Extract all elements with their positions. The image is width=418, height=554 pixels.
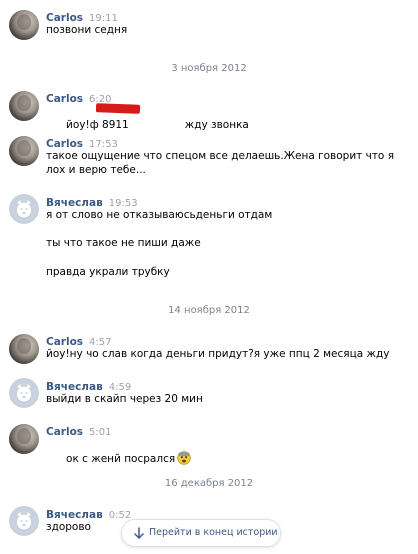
dog-avatar-icon — [17, 200, 31, 218]
avatar-carlos[interactable] — [9, 91, 39, 121]
avatar-carlos[interactable] — [9, 424, 39, 454]
avatar-vyacheslav[interactable] — [9, 378, 39, 408]
jump-to-end-label: Перейти в конец истории — [149, 527, 278, 538]
redaction-mark — [95, 103, 141, 114]
dog-avatar-icon — [17, 512, 31, 530]
arrow-down-icon — [134, 527, 144, 539]
date-separator: 14 ноября 2012 — [168, 305, 250, 316]
date-separator: 3 ноября 2012 — [171, 63, 247, 74]
message-text: правда украли трубку — [46, 266, 170, 278]
message-text: ты что такое не пиши даже — [46, 237, 201, 249]
message-text: ок с женй посрался — [46, 437, 406, 480]
date-separator: 16 декабря 2012 — [164, 478, 254, 489]
jump-to-end-button[interactable]: Перейти в конец истории — [121, 519, 281, 547]
chat-history: Carlos 19:11 позвони седня 3 ноября 2012 … — [0, 0, 418, 554]
message-text: выйди в скайп через 20 мин — [46, 393, 203, 405]
message-text: лох и верю тебе... — [46, 164, 146, 176]
fearful-face-emoji-icon — [177, 451, 191, 465]
avatar-carlos[interactable] — [9, 136, 39, 166]
message-text: йоу!ну чо слав когда деньги придут?я уже… — [46, 348, 390, 360]
avatar-carlos[interactable] — [9, 334, 39, 364]
avatar-carlos[interactable] — [9, 10, 39, 40]
message-text: позвони седня — [46, 24, 128, 36]
message-text: такое ощущение что спецом все делаешь.Же… — [46, 150, 395, 162]
avatar-vyacheslav[interactable] — [9, 194, 39, 224]
dog-avatar-icon — [17, 384, 31, 402]
message-text: я от слово не отказываюсьденьги отдам — [46, 209, 273, 221]
avatar-vyacheslav[interactable] — [9, 506, 39, 536]
